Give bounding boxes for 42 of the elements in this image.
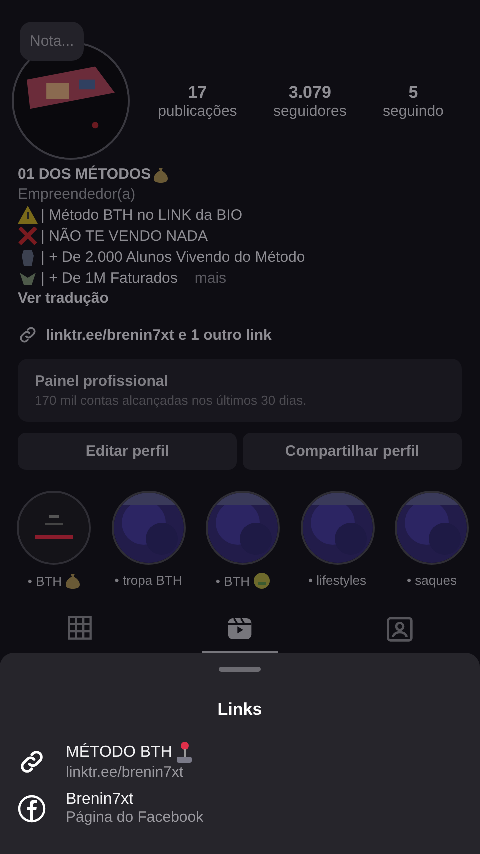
note-bubble[interactable]: Nota...	[20, 22, 84, 61]
link-item[interactable]: Brenin7xt Página do Facebook	[0, 791, 480, 836]
bio-line: | Método BTH no LINK da BIO	[41, 206, 242, 224]
stat-label: seguindo	[383, 102, 444, 120]
highlight-label: • tropa BTH	[114, 573, 182, 588]
joystick-icon	[175, 742, 194, 764]
translate-link[interactable]: Ver tradução	[18, 290, 462, 307]
link-url: Página do Facebook	[66, 809, 204, 826]
bio-line: | + De 1M Faturados	[41, 270, 178, 286]
profile-name: 01 DOS MÉTODOS	[18, 166, 152, 183]
cross-icon	[18, 227, 38, 245]
stat-value: 17	[188, 82, 208, 102]
tagged-icon	[386, 615, 414, 643]
highlight-label: • BTH	[216, 574, 250, 588]
bio-link[interactable]: linktr.ee/brenin7xt e 1 outro link	[46, 326, 272, 344]
drag-handle[interactable]	[219, 667, 261, 672]
facebook-icon	[18, 794, 46, 822]
warning-icon	[18, 206, 38, 224]
link-title: Brenin7xt	[66, 791, 134, 809]
share-profile-button[interactable]: Compartilhar perfil	[243, 433, 462, 470]
stat-value: 5	[408, 82, 418, 102]
link-item[interactable]: MÉTODO BTH linktr.ee/brenin7xt	[0, 742, 480, 791]
money-bag-icon	[66, 573, 80, 589]
link-title: MÉTODO BTH	[66, 744, 172, 762]
stat-label: publicações	[158, 102, 238, 120]
money-bag-icon	[154, 166, 168, 182]
highlight-label: • BTH	[28, 574, 62, 588]
bio-line: | + De 2.000 Alunos Vivendo do Método	[41, 248, 306, 266]
link-icon	[18, 325, 38, 345]
smiley-icon	[254, 573, 270, 589]
link-url: linktr.ee/brenin7xt	[66, 764, 185, 781]
grid-icon	[67, 615, 93, 641]
stat-label: seguidores	[273, 102, 347, 120]
edit-profile-button[interactable]: Editar perfil	[18, 433, 237, 470]
stat-value: 3.079	[288, 82, 332, 102]
dashboard-title: Painel profissional	[35, 373, 170, 390]
bio-line: | NÃO TE VENDO NADA	[41, 228, 208, 244]
sheet-title: Links	[218, 700, 262, 720]
highlight-label: • lifestyles	[308, 573, 366, 588]
highlight-label: • saques	[406, 573, 458, 588]
profile-category: Empreendedor(a)	[18, 186, 137, 203]
more-link[interactable]: mais	[194, 270, 227, 286]
